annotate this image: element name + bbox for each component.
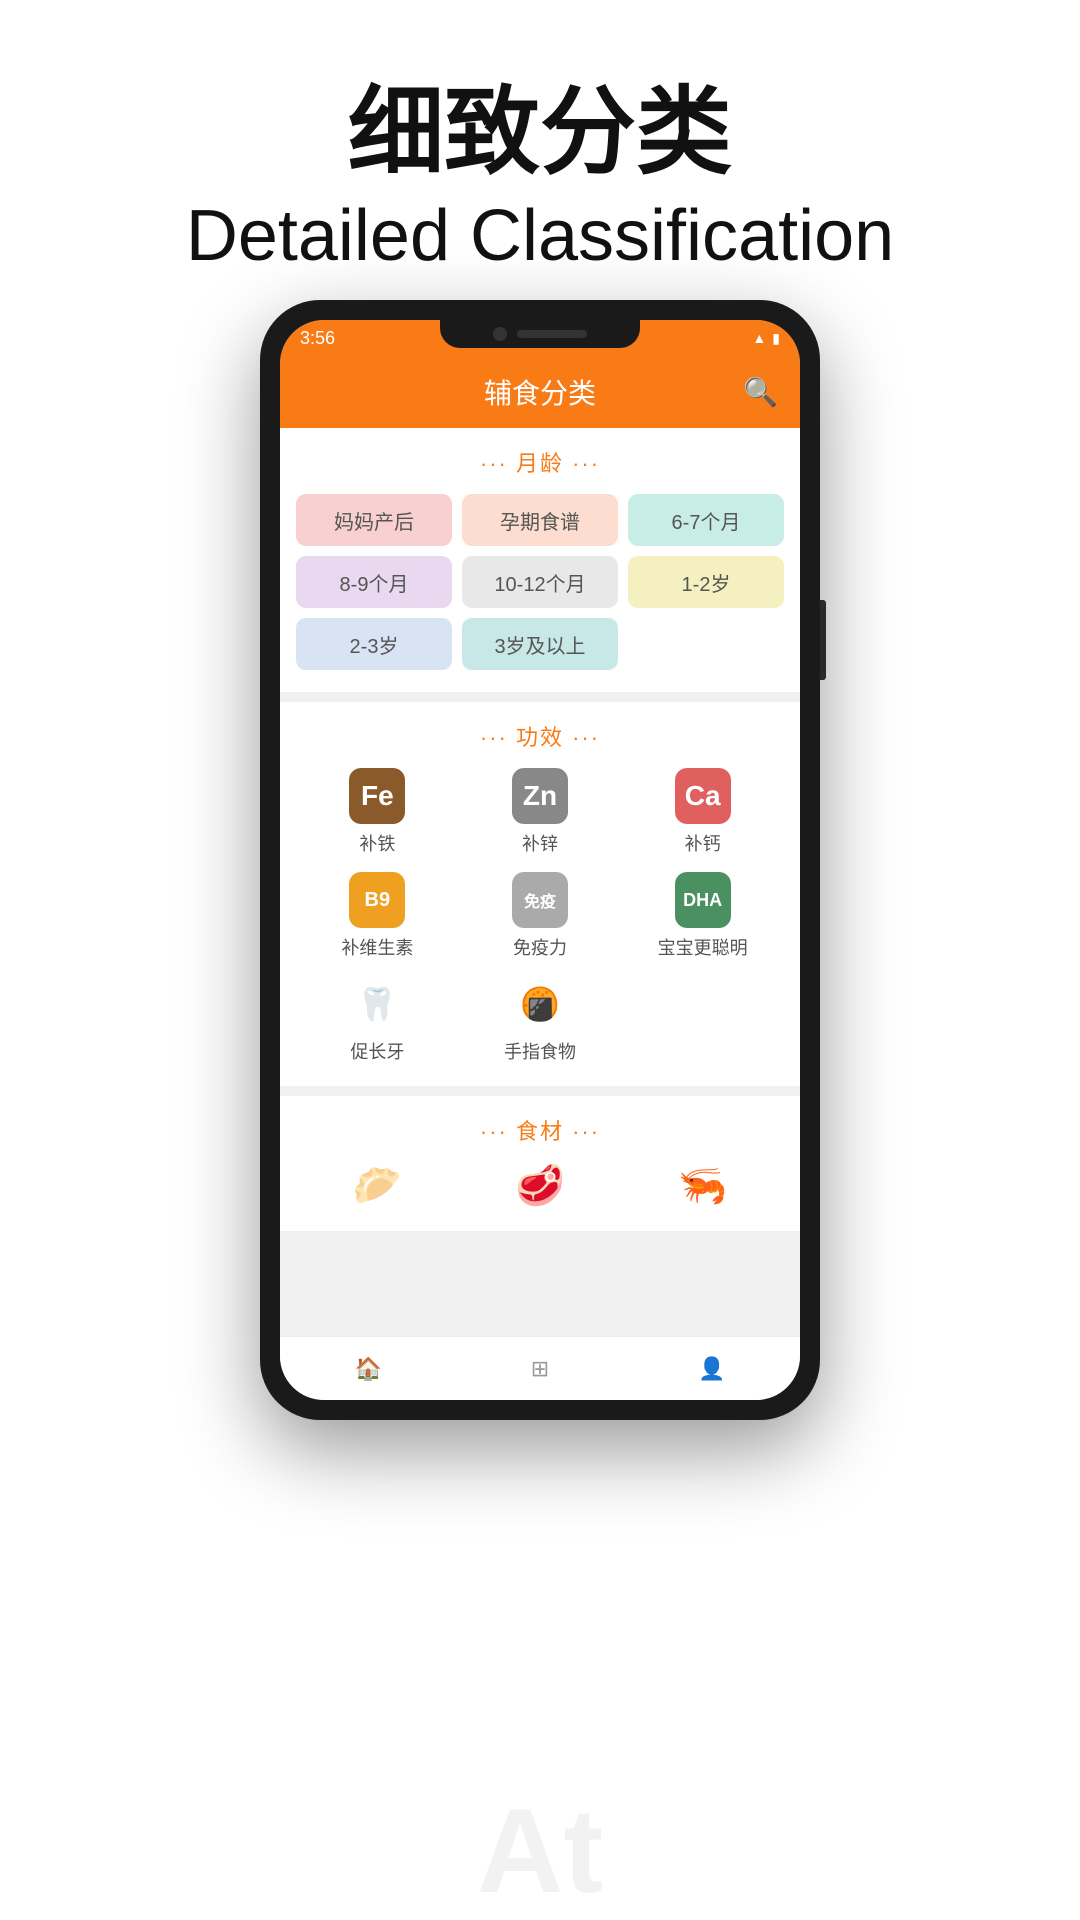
teeth-label: 促长牙 [350, 1038, 404, 1064]
age-row-1: 妈妈产后 孕期食谱 6-7个月 [296, 494, 784, 546]
phone-outer-shell: 3:56 ▲ ▮ 辅食分类 🔍 ··· 月龄 ··· 妈妈产后 [260, 300, 820, 1420]
finger-food-label: 手指食物 [504, 1038, 576, 1064]
age-btn-postnatal[interactable]: 妈妈产后 [296, 494, 452, 546]
food-section: ··· 食材 ··· 🥟 🥩 🦐 [280, 1096, 800, 1231]
age-btn-10-12m[interactable]: 10-12个月 [462, 556, 618, 608]
func-item-zinc[interactable]: Zn 补锌 [495, 768, 585, 856]
bottom-at-text: At [0, 1720, 1080, 1920]
signal-icon: ▲ [752, 330, 766, 346]
immune-label: 免疫力 [513, 934, 567, 960]
page-title-chinese: 细致分类 [0, 80, 1080, 186]
age-btn-6-7m[interactable]: 6-7个月 [628, 494, 784, 546]
func-item-calcium[interactable]: Ca 补钙 [658, 768, 748, 856]
zinc-label: 补锌 [522, 830, 558, 856]
shrimp-icon: 🦐 [678, 1162, 728, 1209]
func-item-dha[interactable]: DHA 宝宝更聪明 [658, 872, 748, 960]
status-icons: ▲ ▮ [752, 330, 780, 347]
func-item-finger-food[interactable]: 🍘 手指食物 [495, 976, 585, 1064]
age-section: ··· 月龄 ··· 妈妈产后 孕期食谱 6-7个月 8-9个月 10-12个月… [280, 428, 800, 692]
zinc-icon: Zn [512, 768, 568, 824]
phone-speaker [517, 330, 587, 338]
func-item-iron[interactable]: Fe 补铁 [332, 768, 422, 856]
phone-side-button [820, 600, 826, 680]
phone-camera [493, 327, 507, 341]
age-btn-1-2y[interactable]: 1-2岁 [628, 556, 784, 608]
dumpling-icon: 🥟 [352, 1162, 402, 1209]
dha-icon: DHA [675, 872, 731, 928]
phone-notch [440, 320, 640, 348]
finger-food-icon: 🍘 [512, 976, 568, 1032]
func-row-2: B9 补维生素 免疫 免疫力 DHA 宝宝更聪明 [296, 872, 784, 960]
app-title: 辅食分类 [484, 372, 596, 412]
immune-icon: 免疫 [512, 872, 568, 928]
battery-icon: ▮ [772, 330, 780, 347]
dha-label: 宝宝更聪明 [658, 934, 748, 960]
func-row-3: 🦷 促长牙 🍘 手指食物 [296, 976, 784, 1064]
phone-mockup: 3:56 ▲ ▮ 辅食分类 🔍 ··· 月龄 ··· 妈妈产后 [260, 300, 820, 1420]
teeth-icon: 🦷 [349, 976, 405, 1032]
iron-icon: Fe [349, 768, 405, 824]
calcium-icon: Ca [675, 768, 731, 824]
function-section: ··· 功效 ··· Fe 补铁 Zn 补锌 [280, 702, 800, 1086]
function-grid: Fe 补铁 Zn 补锌 Ca 补钙 [296, 768, 784, 1064]
screen-content: ··· 月龄 ··· 妈妈产后 孕期食谱 6-7个月 8-9个月 10-12个月… [280, 428, 800, 1336]
age-btn-3y-plus[interactable]: 3岁及以上 [462, 618, 618, 670]
nav-home[interactable]: 🏠 [354, 1356, 381, 1382]
nav-categories[interactable]: ⊞ [531, 1356, 549, 1382]
food-section-header: ··· 食材 ··· [296, 1114, 784, 1146]
func-item-vitamin[interactable]: B9 补维生素 [332, 872, 422, 960]
vitamin-icon: B9 [349, 872, 405, 928]
func-item-immune[interactable]: 免疫 免疫力 [495, 872, 585, 960]
food-grid: 🥟 🥩 🦐 [296, 1162, 784, 1209]
search-icon[interactable]: 🔍 [743, 376, 778, 409]
function-section-header: ··· 功效 ··· [296, 720, 784, 752]
iron-label: 补铁 [359, 830, 395, 856]
func-row-1: Fe 补铁 Zn 补锌 Ca 补钙 [296, 768, 784, 856]
app-header: 辅食分类 🔍 [280, 356, 800, 428]
food-item-dumpling[interactable]: 🥟 [352, 1162, 402, 1209]
profile-icon: 👤 [698, 1356, 725, 1382]
calcium-label: 补钙 [685, 830, 721, 856]
age-btn-pregnancy[interactable]: 孕期食谱 [462, 494, 618, 546]
func-item-teeth[interactable]: 🦷 促长牙 [332, 976, 422, 1064]
food-item-meat[interactable]: 🥩 [515, 1162, 565, 1209]
age-section-header: ··· 月龄 ··· [296, 446, 784, 478]
status-time: 3:56 [300, 328, 335, 349]
age-row-2: 8-9个月 10-12个月 1-2岁 [296, 556, 784, 608]
page-title-english: Detailed Classification [0, 186, 1080, 287]
nav-profile[interactable]: 👤 [698, 1356, 725, 1382]
food-item-shrimp[interactable]: 🦐 [678, 1162, 728, 1209]
meat-icon: 🥩 [515, 1162, 565, 1209]
age-btn-8-9m[interactable]: 8-9个月 [296, 556, 452, 608]
age-grid: 妈妈产后 孕期食谱 6-7个月 8-9个月 10-12个月 1-2岁 2-3岁 … [296, 494, 784, 670]
age-row-3: 2-3岁 3岁及以上 [296, 618, 784, 670]
phone-screen: 3:56 ▲ ▮ 辅食分类 🔍 ··· 月龄 ··· 妈妈产后 [280, 320, 800, 1400]
page-header: 细致分类 Detailed Classification [0, 0, 1080, 326]
home-icon: 🏠 [354, 1356, 381, 1382]
grid-icon: ⊞ [531, 1356, 549, 1382]
vitamin-label: 补维生素 [341, 934, 413, 960]
bottom-nav: 🏠 ⊞ 👤 [280, 1336, 800, 1400]
age-btn-2-3y[interactable]: 2-3岁 [296, 618, 452, 670]
